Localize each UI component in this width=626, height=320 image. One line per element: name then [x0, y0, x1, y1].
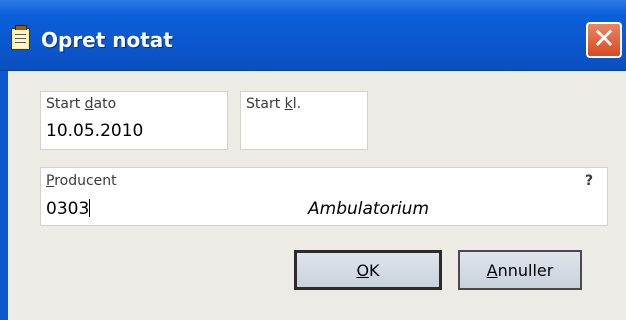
text-cursor [89, 199, 91, 217]
start-date-label: Start dato [46, 96, 117, 112]
producer-field[interactable]: Producent ? 0303 Ambulatorium [40, 167, 608, 226]
producer-code-input[interactable]: 0303 [46, 199, 91, 219]
producer-label: Producent [46, 173, 117, 189]
window-title: Opret notat [41, 28, 173, 52]
note-icon [11, 25, 30, 50]
window-frame-left [0, 71, 8, 320]
close-button[interactable]: ✕ [586, 22, 622, 58]
start-time-label: Start kl. [246, 96, 302, 112]
cancel-button[interactable]: Annuller [458, 250, 582, 290]
start-date-field[interactable]: Start dato 10.05.2010 [40, 91, 228, 150]
help-icon[interactable]: ? [585, 173, 593, 189]
start-time-field[interactable]: Start kl. [240, 91, 368, 150]
ok-button[interactable]: OK [294, 250, 442, 290]
producer-description: Ambulatorium [308, 199, 430, 219]
close-icon: ✕ [592, 22, 616, 55]
dialog-window: Opret notat ✕ Start dato 10.05.2010 Star… [0, 0, 626, 320]
start-date-value: 10.05.2010 [46, 121, 144, 141]
title-bar[interactable]: Opret notat ✕ [0, 0, 626, 71]
